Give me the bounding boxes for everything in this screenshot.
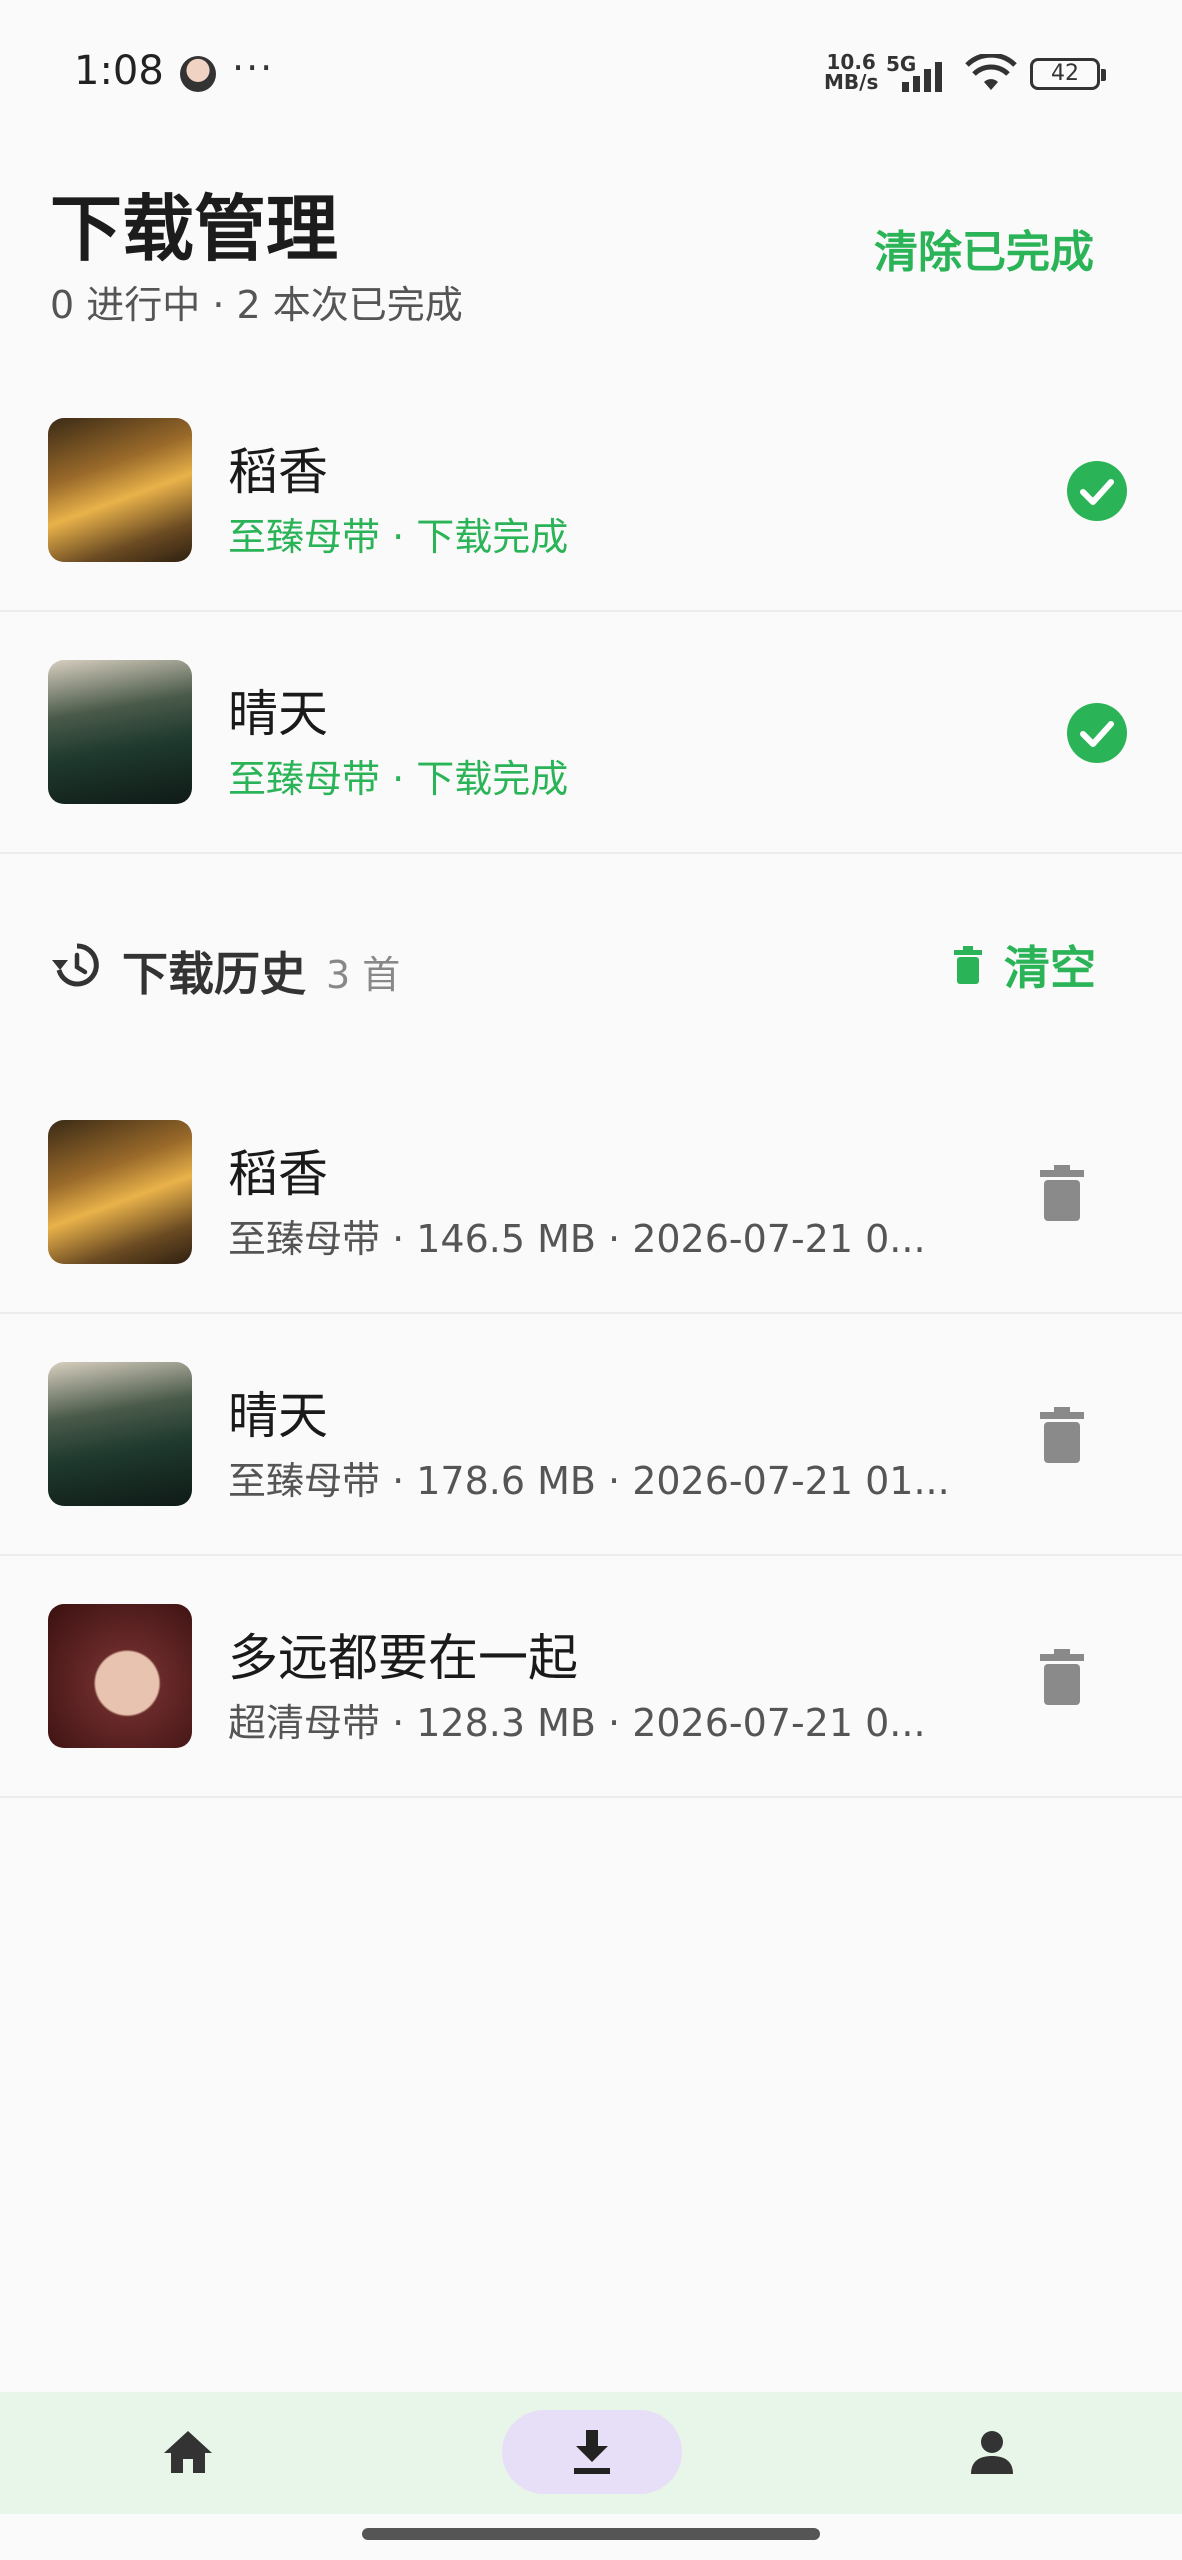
trash-icon	[954, 946, 982, 984]
song-meta: 至臻母带 · 178.6 MB · 2026-07-21 01...	[228, 1459, 950, 1503]
bottom-nav	[0, 2392, 1182, 2514]
history-item[interactable]: 晴天 至臻母带 · 178.6 MB · 2026-07-21 01...	[0, 1314, 1182, 1556]
battery-icon: 42	[1030, 58, 1106, 90]
history-count: 3 首	[326, 953, 401, 997]
clear-completed-button[interactable]: 清除已完成	[874, 216, 1094, 280]
history-icon	[52, 943, 99, 987]
delete-icon[interactable]	[1038, 1164, 1086, 1222]
history-title: 下载历史	[122, 947, 306, 1001]
album-cover	[48, 1604, 192, 1748]
check-circle-icon	[1067, 461, 1127, 521]
history-item[interactable]: 多远都要在一起 超清母带 · 128.3 MB · 2026-07-21 0..…	[0, 1556, 1182, 1798]
album-cover	[48, 1120, 192, 1264]
net-speed-value: 10.6	[826, 50, 876, 74]
history-header: 下载历史 3 首 清空	[0, 900, 1182, 1030]
delete-icon[interactable]	[1038, 1406, 1086, 1464]
download-icon	[574, 2430, 610, 2474]
clear-history-button[interactable]: 清空	[952, 930, 1096, 1000]
download-status: 至臻母带 · 下载完成	[228, 757, 569, 801]
clear-history-label: 清空	[1004, 941, 1096, 995]
album-cover	[48, 418, 192, 562]
page-title: 下载管理	[50, 187, 339, 271]
song-title: 稻香	[228, 1145, 328, 1203]
download-status: 至臻母带 · 下载完成	[228, 515, 569, 559]
wifi-icon	[965, 54, 1017, 90]
song-meta: 超清母带 · 128.3 MB · 2026-07-21 0...	[228, 1701, 926, 1745]
delete-icon[interactable]	[1038, 1648, 1086, 1706]
history-item[interactable]: 稻香 至臻母带 · 146.5 MB · 2026-07-21 0...	[0, 1072, 1182, 1314]
nav-home[interactable]	[98, 2410, 278, 2494]
more-notifications-icon: ···	[232, 46, 275, 90]
song-title: 多远都要在一起	[228, 1629, 578, 1687]
nav-profile[interactable]	[902, 2410, 1082, 2494]
signal-icon	[902, 62, 942, 92]
song-meta: 至臻母带 · 146.5 MB · 2026-07-21 0...	[228, 1217, 926, 1261]
person-icon	[971, 2431, 1013, 2474]
song-title: 稻香	[228, 443, 328, 501]
song-title: 晴天	[228, 1387, 328, 1445]
download-item[interactable]: 稻香 至臻母带 · 下载完成	[0, 370, 1182, 612]
net-speed: 10.6 MB/s	[824, 52, 878, 92]
home-indicator	[362, 2528, 820, 2540]
song-title: 晴天	[228, 685, 328, 743]
nav-download[interactable]	[502, 2410, 682, 2494]
status-bar: 1:08 ··· 10.6 MB/s 5G 42	[0, 0, 1182, 150]
status-avatar-icon	[180, 56, 216, 92]
check-circle-icon	[1067, 703, 1127, 763]
album-cover	[48, 660, 192, 804]
album-cover	[48, 1362, 192, 1506]
net-speed-unit: MB/s	[824, 70, 879, 94]
download-summary: 0 进行中 · 2 本次已完成	[50, 283, 463, 327]
download-item[interactable]: 晴天 至臻母带 · 下载完成	[0, 612, 1182, 854]
status-time: 1:08	[74, 48, 164, 94]
home-icon	[164, 2431, 212, 2473]
